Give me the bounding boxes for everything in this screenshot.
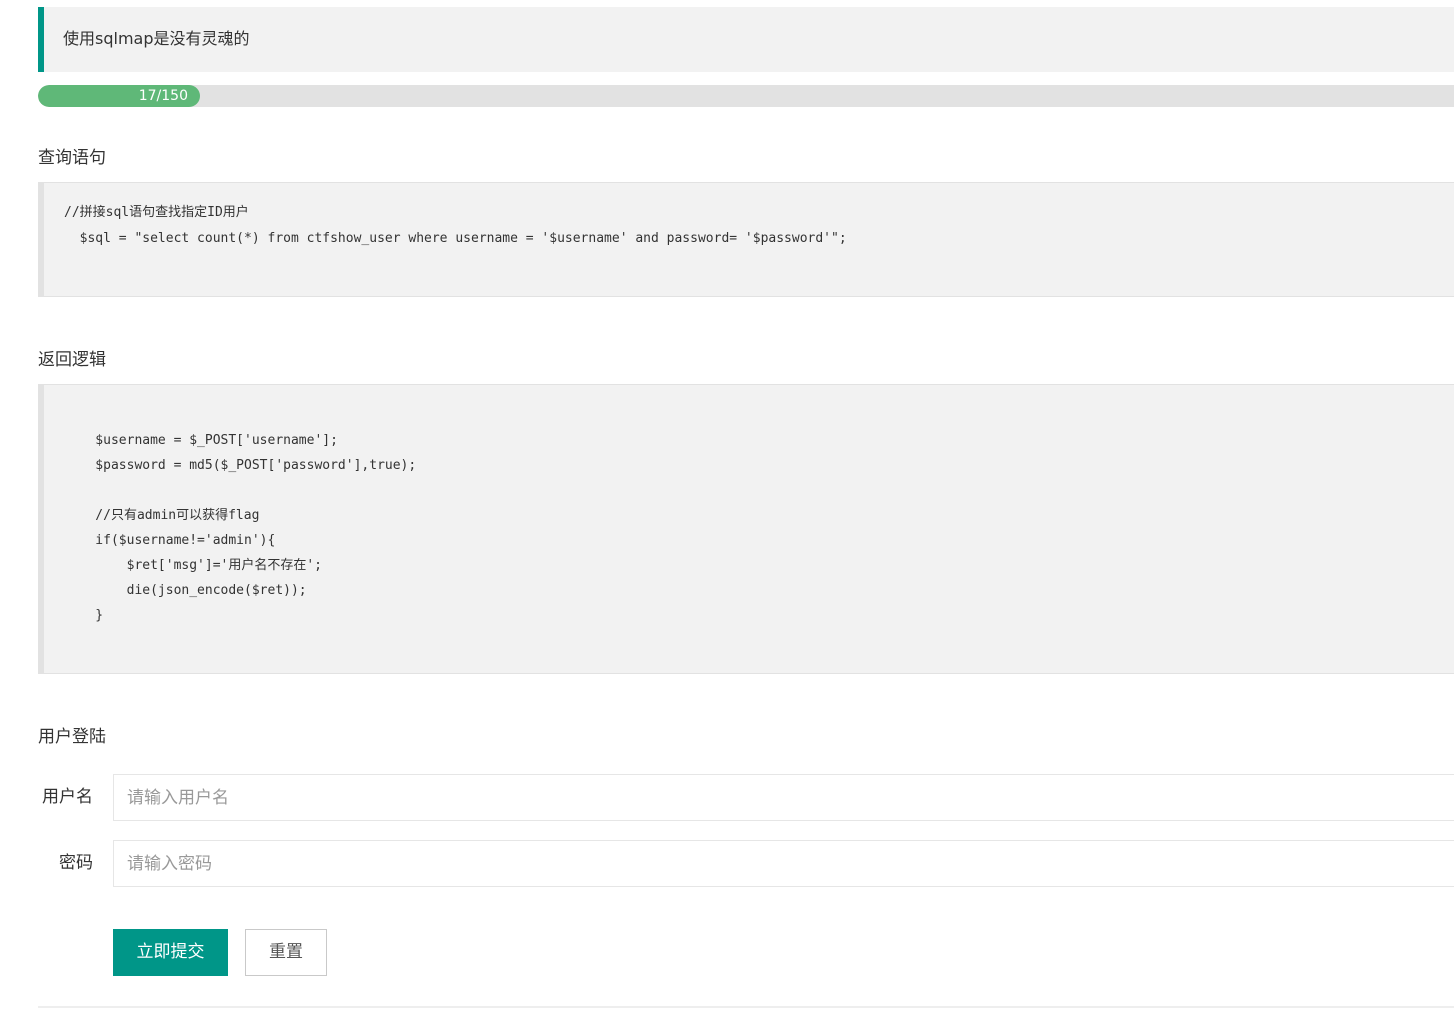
password-label: 密码 (59, 853, 93, 873)
code-line: //拼接sql语句查找指定ID用户 (64, 205, 249, 220)
challenge-progress: 17/150 (38, 85, 1454, 107)
code-line: die(json_encode($ret)); (64, 583, 307, 598)
progress-bar-fill: 17/150 (38, 85, 200, 107)
logic-section-title: 返回逻辑 (38, 350, 106, 370)
code-line: $username = $_POST['username']; (64, 433, 338, 448)
challenge-quote: 使用sqlmap是没有灵魂的 (38, 7, 1454, 72)
logic-code-block: $username = $_POST['username']; $passwor… (38, 384, 1454, 674)
submit-button[interactable]: 立即提交 (113, 929, 228, 976)
reset-button[interactable]: 重置 (245, 929, 327, 976)
code-line: $ret['msg']='用户名不存在'; (64, 558, 323, 573)
progress-label: 17/150 (138, 88, 188, 104)
code-line: } (64, 608, 104, 623)
query-section-title: 查询语句 (38, 148, 106, 168)
login-section-title: 用户登陆 (38, 727, 106, 747)
query-code-block: //拼接sql语句查找指定ID用户 $sql = "select count(*… (38, 182, 1454, 297)
code-line: $sql = "select count(*) from ctfshow_use… (64, 231, 847, 246)
challenge-quote-text: 使用sqlmap是没有灵魂的 (63, 29, 250, 48)
bottom-divider (38, 1006, 1454, 1008)
password-input[interactable] (113, 840, 1454, 887)
code-line: if($username!='admin'){ (64, 533, 276, 548)
code-line: $password = md5($_POST['password'],true)… (64, 458, 417, 473)
username-label: 用户名 (42, 787, 93, 807)
username-input[interactable] (113, 774, 1454, 821)
page: 使用sqlmap是没有灵魂的 17/150 查询语句 //拼接sql语句查找指定… (0, 0, 1454, 1022)
code-line: //只有admin可以获得flag (64, 508, 260, 523)
